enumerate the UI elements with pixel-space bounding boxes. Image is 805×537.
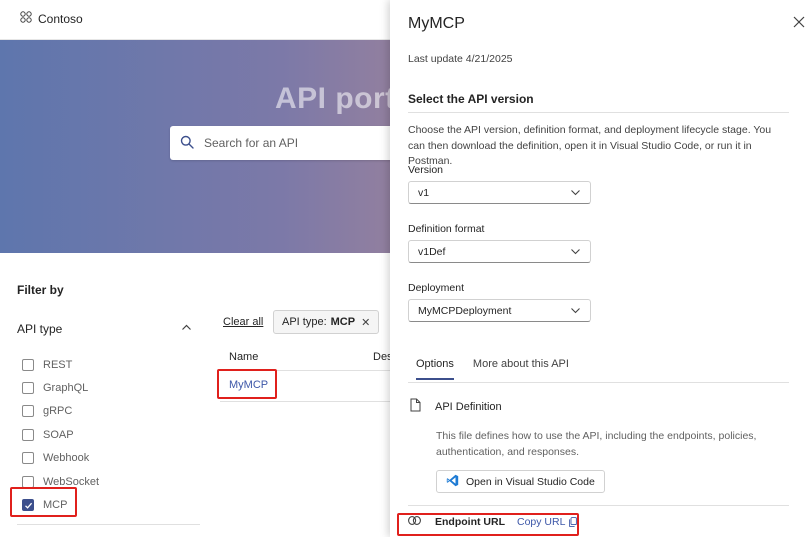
chevron-up-icon[interactable] [181, 322, 192, 336]
search-icon [180, 135, 194, 152]
divider [408, 505, 789, 506]
filter-label: gRPC [43, 405, 73, 418]
panel-tabs: Options More about this API [416, 358, 569, 380]
section-heading: Select the API version [408, 92, 534, 106]
checkmark-icon [24, 502, 32, 509]
version-label: Version [408, 164, 444, 176]
divider [17, 524, 200, 525]
checkbox[interactable] [22, 428, 34, 441]
chip-prefix: API type: [282, 316, 327, 328]
open-in-vscode-label: Open in Visual Studio Code [466, 475, 595, 488]
apps-icon [20, 11, 32, 26]
api-definition-description: This file defines how to use the API, in… [436, 430, 757, 458]
checkbox[interactable] [22, 452, 34, 465]
last-update-text: Last update 4/21/2025 [408, 53, 513, 65]
api-details-panel: MyMCP Last update 4/21/2025 Select the A… [390, 0, 805, 537]
filter-item-soap[interactable]: SOAP [22, 423, 99, 446]
checkbox[interactable] [22, 405, 34, 418]
api-row-link[interactable]: MyMCP [229, 379, 268, 391]
api-type-label: API type [17, 322, 63, 336]
filter-label: Webhook [43, 452, 90, 465]
divider [220, 401, 390, 402]
endpoint-url-label: Endpoint URL [435, 516, 505, 528]
definition-format-dropdown[interactable]: v1Def [408, 240, 591, 263]
filter-item-grpc[interactable]: gRPC [22, 400, 99, 423]
close-panel-button[interactable] [793, 16, 805, 30]
checkbox[interactable] [22, 382, 34, 395]
api-search-box[interactable] [170, 126, 410, 160]
checkbox[interactable] [22, 475, 34, 488]
deployment-label: Deployment [408, 282, 465, 294]
filter-item-websocket[interactable]: WebSocket [22, 470, 99, 493]
filter-label: SOAP [43, 428, 74, 441]
version-dropdown[interactable]: v1 [408, 181, 591, 204]
deployment-dropdown[interactable]: MyMCPDeployment [408, 299, 591, 322]
brand-name: Contoso [38, 11, 83, 26]
filter-title: Filter by [17, 283, 64, 297]
divider [220, 370, 390, 371]
clear-all-link[interactable]: Clear all [223, 316, 263, 328]
open-in-vscode-button[interactable]: Open in Visual Studio Code [436, 470, 605, 493]
endpoint-url-row: Endpoint URL Copy URL [408, 516, 578, 528]
link-icon [408, 516, 421, 528]
tab-more-about-api[interactable]: More about this API [473, 358, 569, 380]
section-description: Choose the API version, definition forma… [408, 124, 772, 167]
copy-icon [569, 517, 578, 527]
chevron-down-icon [571, 249, 580, 255]
filter-label: MCP [43, 499, 68, 512]
definition-format-label: Definition format [408, 223, 485, 235]
chevron-down-icon [571, 190, 580, 196]
deployment-value: MyMCPDeployment [418, 304, 512, 317]
api-type-filter-list: REST GraphQL gRPC SOAP Webhook WebSocket… [22, 353, 99, 517]
divider [408, 382, 789, 383]
filter-item-graphql[interactable]: GraphQL [22, 376, 99, 399]
chip-value: MCP [330, 316, 356, 328]
document-icon [410, 398, 421, 415]
filter-item-rest[interactable]: REST [22, 353, 99, 376]
filter-label: GraphQL [43, 382, 89, 395]
copy-url-button[interactable]: Copy URL [516, 516, 578, 528]
chevron-down-icon [571, 308, 580, 314]
copy-url-label: Copy URL [516, 516, 566, 528]
api-definition-title: API Definition [435, 400, 502, 413]
close-icon[interactable]: ✕ [361, 316, 370, 329]
close-icon [793, 16, 805, 28]
checkbox[interactable] [22, 358, 34, 371]
api-definition-header: API Definition [410, 398, 502, 415]
definition-format-value: v1Def [418, 245, 446, 258]
tab-options[interactable]: Options [416, 358, 454, 380]
vscode-icon [446, 474, 459, 490]
filter-label: WebSocket [43, 475, 100, 488]
api-type-group-header[interactable]: API type [17, 322, 192, 336]
brand[interactable]: Contoso [20, 11, 83, 26]
panel-title: MyMCP [408, 15, 465, 32]
filter-item-webhook[interactable]: Webhook [22, 447, 99, 470]
column-header-name: Name [229, 351, 259, 363]
divider [408, 112, 789, 113]
filter-item-mcp[interactable]: MCP [22, 493, 99, 516]
active-filter-chip[interactable]: API type: MCP ✕ [273, 310, 380, 334]
version-value: v1 [418, 186, 430, 199]
search-input[interactable] [204, 136, 384, 150]
filter-label: REST [43, 358, 73, 371]
checkbox-checked[interactable] [22, 499, 34, 512]
